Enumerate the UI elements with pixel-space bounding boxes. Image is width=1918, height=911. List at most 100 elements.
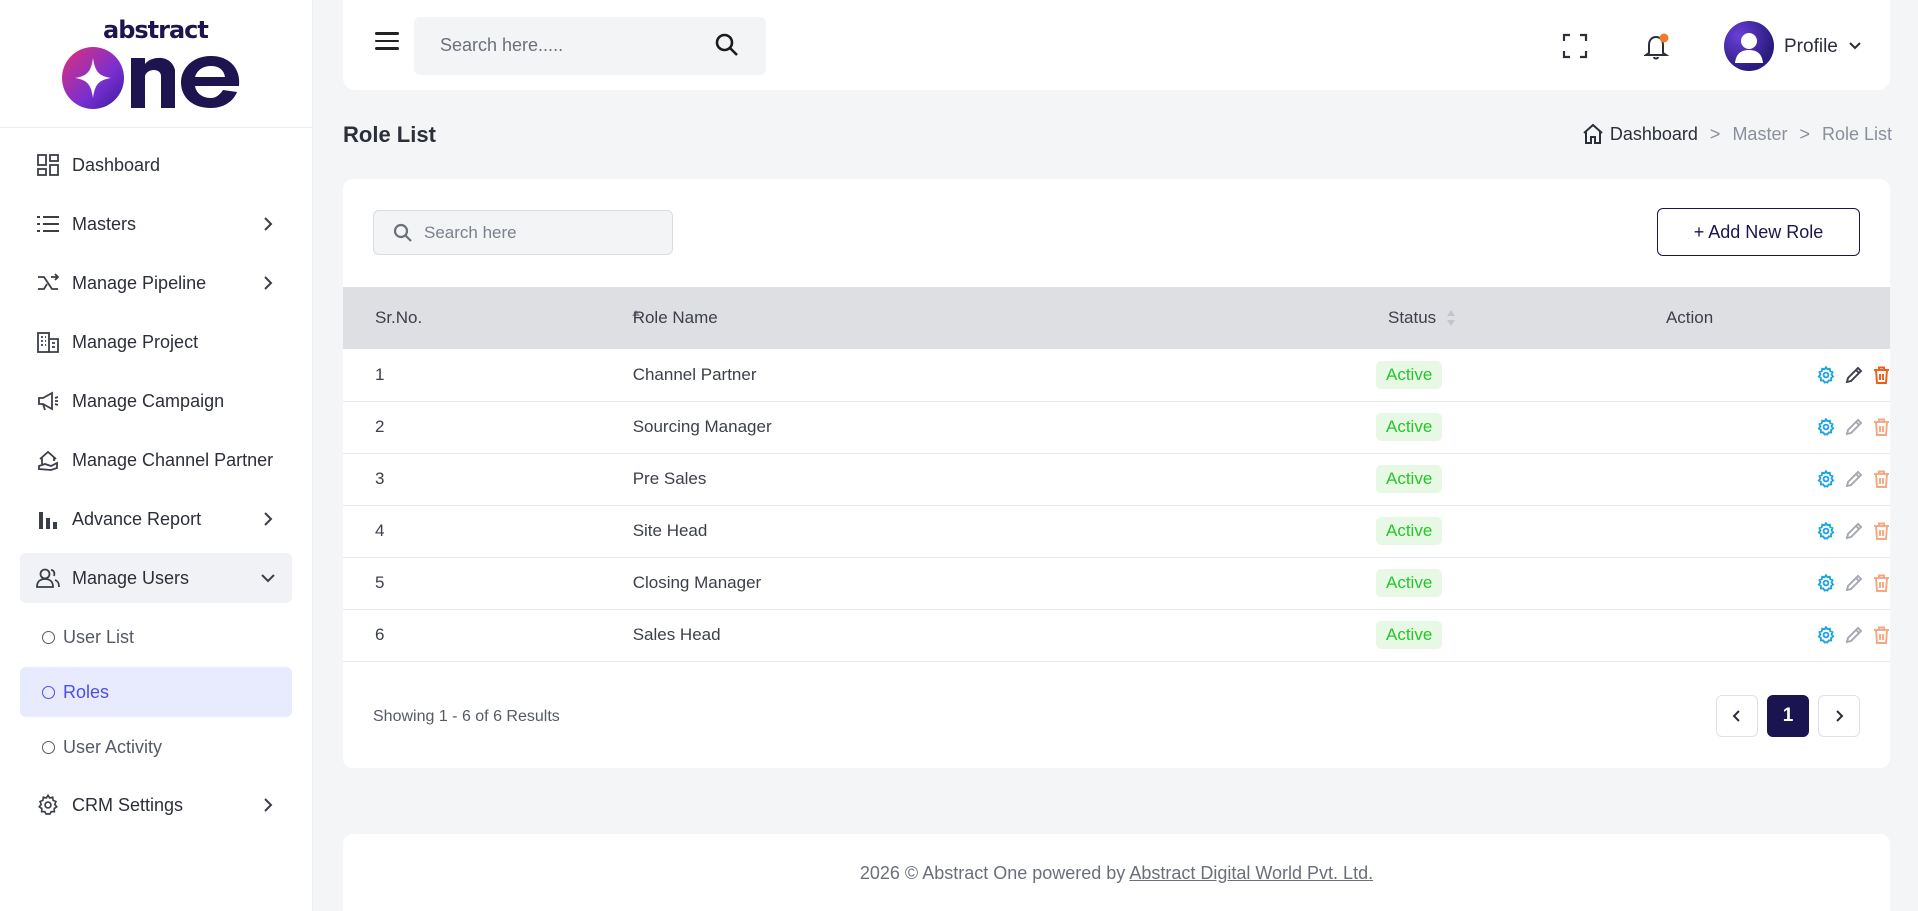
sidebar-item-manage-channel-partner[interactable]: Manage Channel Partner bbox=[20, 435, 292, 485]
column-header-status[interactable]: Status bbox=[1222, 287, 1540, 349]
sidebar-item-crm-settings[interactable]: CRM Settings bbox=[20, 780, 292, 830]
sidebar-item-masters[interactable]: Masters bbox=[20, 199, 292, 249]
search-icon bbox=[393, 223, 412, 242]
edit-pencil-icon[interactable] bbox=[1845, 574, 1863, 592]
sidebar-item-label: Dashboard bbox=[72, 154, 161, 175]
breadcrumb-dashboard[interactable]: Dashboard bbox=[1582, 123, 1698, 145]
settings-icon[interactable] bbox=[1817, 470, 1835, 488]
fullscreen-icon[interactable] bbox=[1562, 33, 1588, 59]
users-icon bbox=[36, 566, 60, 590]
delete-trash-icon[interactable] bbox=[1873, 626, 1890, 644]
sidebar-item-label: Manage Campaign bbox=[72, 390, 225, 411]
delete-trash-icon[interactable] bbox=[1873, 418, 1890, 436]
cell-srno: 5 bbox=[375, 573, 385, 592]
brand-logo[interactable]: abstract bbox=[0, 0, 312, 128]
sidebar-item-manage-campaign[interactable]: Manage Campaign bbox=[20, 376, 292, 426]
delete-trash-icon[interactable] bbox=[1873, 366, 1890, 384]
edit-pencil-icon[interactable] bbox=[1845, 418, 1863, 436]
chevron-down-icon[interactable] bbox=[1848, 39, 1862, 53]
chevron-right-icon bbox=[1836, 710, 1844, 722]
prev-page-button[interactable] bbox=[1716, 695, 1758, 737]
sidebar-item-dashboard[interactable]: Dashboard bbox=[20, 140, 292, 190]
notification-bell-icon[interactable] bbox=[1644, 33, 1670, 61]
circle-bullet-icon bbox=[42, 630, 55, 644]
sidebar-item-label: Manage Users bbox=[72, 567, 190, 588]
edit-pencil-icon[interactable] bbox=[1845, 366, 1863, 384]
status-badge: Active bbox=[1375, 517, 1443, 545]
cell-status: Active bbox=[1222, 557, 1540, 609]
settings-icon[interactable] bbox=[1817, 626, 1835, 644]
sidebar-item-label: CRM Settings bbox=[72, 794, 184, 815]
cell-actions bbox=[1540, 505, 1890, 557]
dashboard-icon bbox=[36, 153, 60, 177]
cell-srno: 1 bbox=[375, 364, 385, 384]
breadcrumb-current: Role List bbox=[1821, 123, 1892, 144]
table-row: 2 Sourcing Manager Active bbox=[343, 401, 1890, 453]
table-row: 5 Closing Manager Active bbox=[343, 557, 1890, 609]
cell-role-name: Channel Partner bbox=[632, 364, 757, 384]
pagination: 1 bbox=[1716, 695, 1860, 737]
add-new-role-button[interactable]: + Add New Role bbox=[1657, 208, 1860, 256]
sidebar-item-manage-users[interactable]: Manage Users bbox=[20, 553, 292, 603]
table-row: 3 Pre Sales Active bbox=[343, 453, 1890, 505]
pipeline-icon bbox=[36, 271, 60, 295]
profile-avatar[interactable] bbox=[1724, 21, 1774, 71]
delete-trash-icon[interactable] bbox=[1873, 574, 1890, 592]
edit-pencil-icon[interactable] bbox=[1845, 626, 1863, 644]
menu-toggle-icon[interactable] bbox=[375, 32, 399, 52]
sidebar-item-advance-report[interactable]: Advance Report bbox=[20, 494, 292, 544]
edit-pencil-icon[interactable] bbox=[1845, 522, 1863, 540]
cell-role-name: Sales Head bbox=[632, 625, 721, 644]
roles-table: Sr.No. Role Name Status Action 1 Channel … bbox=[343, 287, 1890, 662]
breadcrumb-master[interactable]: Master bbox=[1732, 124, 1787, 145]
next-page-button[interactable] bbox=[1818, 695, 1860, 737]
delete-trash-icon[interactable] bbox=[1873, 522, 1890, 540]
chevron-down-icon bbox=[261, 574, 275, 583]
footer: 2026 © Abstract One powered by Abstract … bbox=[343, 834, 1890, 911]
cell-role-name: Closing Manager bbox=[632, 573, 762, 592]
column-header-role-name[interactable]: Role Name bbox=[633, 287, 1455, 349]
footer-text: 2026 © Abstract One powered by bbox=[859, 863, 1126, 883]
settings-icon[interactable] bbox=[1817, 574, 1835, 592]
circle-bullet-icon bbox=[42, 685, 55, 699]
delete-trash-icon[interactable] bbox=[1873, 470, 1890, 488]
footer-company-link[interactable]: Abstract Digital World Pvt. Ltd. bbox=[1129, 863, 1373, 883]
global-search-input[interactable] bbox=[440, 35, 700, 56]
column-header-srno[interactable]: Sr.No. bbox=[343, 287, 640, 349]
table-search-input[interactable] bbox=[424, 223, 654, 243]
cell-actions bbox=[1540, 401, 1890, 453]
table-row: 4 Site Head Active bbox=[343, 505, 1890, 557]
status-badge: Active bbox=[1375, 621, 1443, 649]
page-button[interactable]: 1 bbox=[1767, 695, 1809, 737]
table-row: 6 Sales Head Active bbox=[343, 609, 1890, 661]
settings-icon[interactable] bbox=[1817, 418, 1835, 436]
sidebar-subitem-user-list[interactable]: User List bbox=[20, 612, 292, 662]
sidebar-subitem-roles[interactable]: Roles bbox=[20, 667, 292, 717]
sidebar-item-label: Manage Pipeline bbox=[72, 272, 207, 293]
user-silhouette-icon bbox=[1735, 33, 1763, 63]
table-row: 1 Channel Partner Active bbox=[343, 349, 1890, 401]
sidebar-item-manage-pipeline[interactable]: Manage Pipeline bbox=[20, 258, 292, 308]
cell-status: Active bbox=[1222, 401, 1540, 453]
search-icon[interactable] bbox=[714, 32, 740, 58]
gear-icon bbox=[36, 793, 60, 817]
partner-icon bbox=[36, 448, 60, 472]
settings-icon[interactable] bbox=[1817, 365, 1835, 384]
sidebar-item-manage-project[interactable]: Manage Project bbox=[20, 317, 292, 367]
chevron-left-icon bbox=[1732, 710, 1740, 722]
breadcrumb-label: Dashboard bbox=[1609, 123, 1698, 144]
bar-chart-icon bbox=[36, 507, 60, 531]
breadcrumb: Dashboard > Master > Role List bbox=[1582, 123, 1892, 145]
sidebar-subitem-label: User Activity bbox=[63, 736, 163, 757]
cell-role-name: Sourcing Manager bbox=[632, 417, 772, 436]
sidebar-subitem-user-activity[interactable]: User Activity bbox=[20, 722, 292, 772]
settings-icon[interactable] bbox=[1817, 522, 1835, 540]
circle-bullet-icon bbox=[42, 740, 55, 754]
status-badge: Active bbox=[1375, 413, 1443, 441]
breadcrumb-separator: > bbox=[1709, 123, 1721, 144]
profile-label[interactable]: Profile bbox=[1784, 36, 1838, 58]
cell-srno: 6 bbox=[375, 625, 385, 644]
cell-role-name: Pre Sales bbox=[632, 469, 707, 488]
logo-graphic bbox=[62, 47, 240, 109]
edit-pencil-icon[interactable] bbox=[1845, 470, 1863, 488]
